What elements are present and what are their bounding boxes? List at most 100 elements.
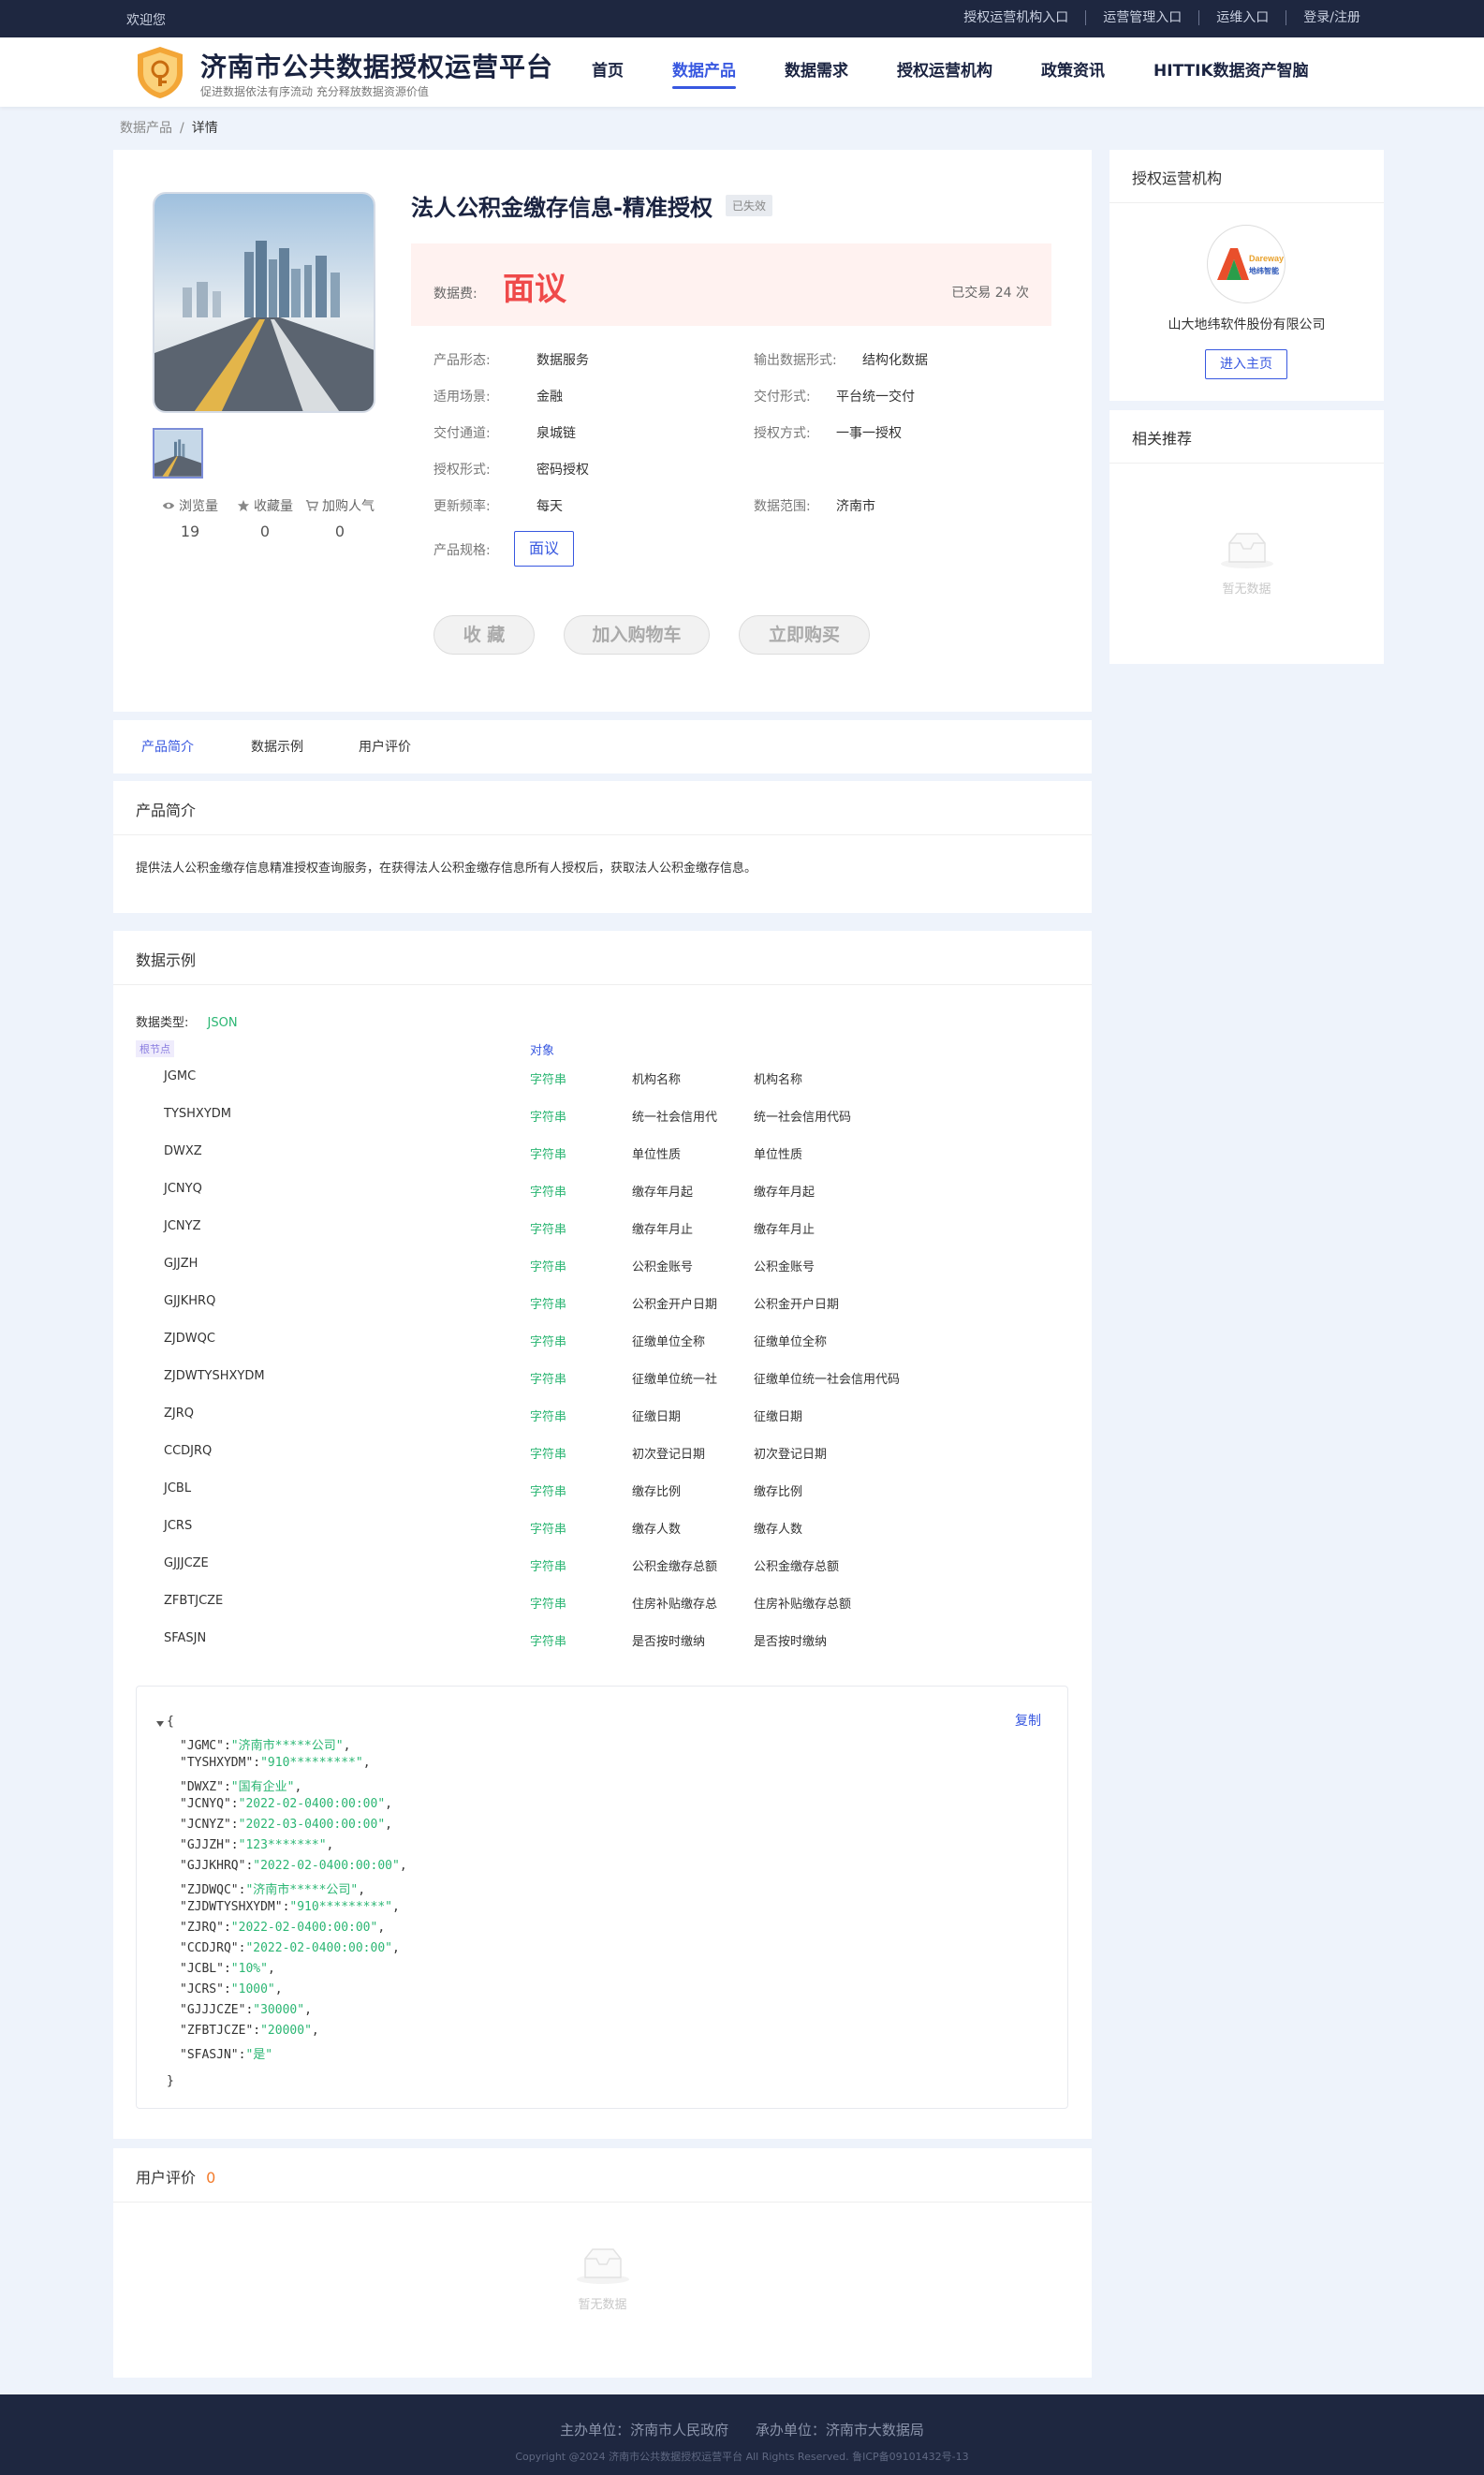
- review-count: 0: [206, 2169, 216, 2187]
- favorite-button[interactable]: 收 藏: [433, 615, 535, 655]
- nav-home[interactable]: 首页: [592, 37, 624, 107]
- recommend-card: 相关推荐 暂无数据: [1109, 410, 1384, 664]
- cart-icon: [305, 500, 318, 511]
- field-code: ZJDWQC: [164, 1332, 215, 1346]
- detail-tabs: 产品简介 数据示例 用户评价: [113, 720, 1092, 773]
- field-desc: 公积金缴存总额: [754, 1560, 840, 1574]
- org-name: 山大地纬软件股份有限公司: [1168, 317, 1326, 332]
- json-line: "JCNYZ":"2022-03-0400:00:00",: [180, 1818, 392, 1832]
- root-node-tag: 根节点: [136, 1040, 174, 1057]
- field-name: 征缴单位统一社: [632, 1373, 718, 1387]
- thumbnail-image-icon: [154, 430, 201, 477]
- spec-option-button[interactable]: 面议: [514, 531, 574, 567]
- field-code: TYSHXYDM: [164, 1107, 231, 1121]
- org-logo-text: Dareway: [1249, 254, 1284, 263]
- ops-manage-link[interactable]: 运营管理入口: [1085, 10, 1198, 25]
- field-type: 字符串: [530, 1260, 567, 1274]
- product-thumbnail[interactable]: [153, 428, 203, 479]
- attr-range: 数据范围: 济南市: [754, 499, 875, 514]
- json-key: "DWXZ": [180, 1780, 224, 1794]
- field-code: ZJRQ: [164, 1407, 195, 1421]
- org-logo[interactable]: Dareway 地纬智能: [1207, 225, 1286, 303]
- recommend-title: 相关推荐: [1132, 430, 1193, 448]
- field-desc: 公积金账号: [754, 1260, 815, 1274]
- welcome-text: 欢迎您: [126, 13, 166, 28]
- login-register-link[interactable]: 登录/注册: [1286, 10, 1360, 25]
- data-type-label: 数据类型:: [136, 1016, 189, 1030]
- buy-now-button[interactable]: 立即购买: [739, 615, 870, 655]
- field-desc: 是否按时缴纳: [754, 1635, 828, 1649]
- table-row: JGMC 字符串 机构名称 机构名称: [113, 1069, 1050, 1088]
- platform-subtitle: 促进数据依法有序流动 充分释放数据资源价值: [200, 85, 429, 98]
- status-badge: 已失效: [726, 195, 773, 216]
- field-code: DWXZ: [164, 1144, 202, 1158]
- org-card-title: 授权运营机构: [1132, 169, 1223, 187]
- field-type: 字符串: [530, 1448, 567, 1462]
- table-row: JCBL 字符串 缴存比例 缴存比例: [113, 1481, 1050, 1500]
- table-row: SFASJN 字符串 是否按时缴纳 是否按时缴纳: [113, 1631, 1050, 1650]
- nav-data-products[interactable]: 数据产品: [672, 37, 736, 107]
- json-value: "2022-02-0400:00:00": [245, 1941, 392, 1955]
- field-name: 机构名称: [632, 1073, 682, 1087]
- nav-auth-orgs[interactable]: 授权运营机构: [897, 37, 992, 107]
- review-section: 用户评价 0 暂无数据: [113, 2148, 1092, 2378]
- intro-title: 产品简介: [136, 802, 197, 819]
- dareway-logo-icon: Dareway 地纬智能: [1217, 248, 1284, 280]
- table-row: CCDJRQ 字符串 初次登记日期 初次登记日期: [113, 1444, 1050, 1463]
- attr-frequency: 更新频率: 每天: [433, 499, 563, 514]
- json-value: "1000": [230, 1982, 275, 1996]
- json-value: "2022-02-0400:00:00": [238, 1797, 386, 1811]
- stat-views-label: 浏览量: [179, 499, 218, 514]
- divider: [1109, 463, 1384, 464]
- field-code: CCDJRQ: [164, 1444, 213, 1458]
- json-value: "2022-03-0400:00:00": [238, 1818, 386, 1832]
- table-row: ZJDWQC 字符串 征缴单位全称 征缴单位全称: [113, 1332, 1050, 1350]
- intro-section: 产品简介 提供法人公积金缴存信息精准授权查询服务，在获得法人公积金缴存信息所有人…: [113, 781, 1092, 913]
- top-bar: 欢迎您 授权运营机构入口 运营管理入口 运维入口 登录/注册: [0, 0, 1484, 37]
- json-key: "JGMC": [180, 1739, 224, 1753]
- field-name: 缴存年月起: [632, 1186, 694, 1200]
- json-key: "ZJRQ": [180, 1921, 224, 1935]
- tab-reviews[interactable]: 用户评价: [359, 737, 411, 756]
- maintenance-link[interactable]: 运维入口: [1198, 10, 1286, 25]
- field-name: 公积金开户日期: [632, 1298, 718, 1312]
- org-entry-link[interactable]: 授权运营机构入口: [947, 10, 1085, 25]
- json-line: "GJJZH":"123*******",: [180, 1838, 334, 1852]
- field-code: JCBL: [164, 1481, 192, 1495]
- recommend-empty-text: 暂无数据: [1222, 582, 1271, 597]
- table-row: GJJKHRQ 字符串 公积金开户日期 公积金开户日期: [113, 1294, 1050, 1313]
- field-name: 征缴单位全称: [632, 1335, 706, 1349]
- copy-button[interactable]: 复制: [1015, 1711, 1041, 1730]
- footer-host: 主办单位：济南市人民政府: [560, 2422, 729, 2438]
- nav-hittik[interactable]: HITTIK数据资产智脑: [1153, 37, 1309, 107]
- json-value: "20000": [260, 2024, 312, 2038]
- field-type: 字符串: [530, 1373, 567, 1387]
- top-links: 授权运营机构入口 运营管理入口 运维入口 登录/注册: [947, 10, 1360, 25]
- footer-copyright: Copyright @2024 济南市公共数据授权运营平台 All Rights…: [515, 2451, 969, 2463]
- tab-example[interactable]: 数据示例: [251, 737, 303, 756]
- json-key: "CCDJRQ": [180, 1941, 239, 1955]
- nav-data-demand[interactable]: 数据需求: [785, 37, 848, 107]
- json-value: "济南市*****公司": [230, 1739, 344, 1753]
- breadcrumb-parent[interactable]: 数据产品: [120, 121, 172, 136]
- eye-icon: [162, 502, 175, 509]
- nav-policy-news[interactable]: 政策资讯: [1041, 37, 1105, 107]
- tab-intro[interactable]: 产品简介: [141, 737, 194, 756]
- caret-down-icon[interactable]: [155, 1720, 165, 1728]
- footer: 主办单位：济南市人民政府 承办单位：济南市大数据局 Copyright @202…: [0, 2394, 1484, 2475]
- platform-logo-icon[interactable]: [134, 45, 186, 99]
- field-desc: 缴存年月止: [754, 1223, 815, 1237]
- field-name: 统一社会信用代: [632, 1111, 718, 1125]
- field-code: GJJJCZE: [164, 1556, 209, 1570]
- add-to-cart-button[interactable]: 加入购物车: [564, 615, 710, 655]
- field-name: 缴存人数: [632, 1523, 682, 1537]
- field-type: 字符串: [530, 1223, 567, 1237]
- json-key: "ZJDWTYSHXYDM": [180, 1900, 283, 1914]
- field-desc: 公积金开户日期: [754, 1298, 840, 1312]
- enter-homepage-button[interactable]: 进入主页: [1205, 349, 1287, 379]
- stat-cart-label: 加购人气: [322, 499, 375, 514]
- price-value: 面议: [503, 271, 566, 308]
- json-line: "JCBL":"10%",: [180, 1962, 275, 1976]
- json-sample: { 复制 "JGMC":"济南市*****公司", "TYSHXYDM":"910…: [136, 1686, 1068, 2109]
- attr-scene: 适用场景: 金融: [433, 390, 563, 405]
